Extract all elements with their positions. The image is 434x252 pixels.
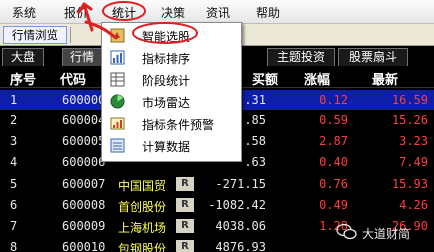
row-code: 600008 <box>62 198 106 212</box>
row-code: 600005 <box>62 134 106 148</box>
menu-help[interactable]: 帮助 <box>256 4 280 21</box>
indicator-sort-icon <box>110 50 125 65</box>
row-code: 600000 <box>62 93 106 107</box>
rzrq-badge: R <box>176 177 194 191</box>
row-amount: 4876.93 <box>215 240 266 252</box>
menu-system[interactable]: 系统 <box>12 4 36 21</box>
col-change[interactable]: 涨幅 <box>304 69 330 88</box>
row-last: 7.49 <box>399 155 428 169</box>
menu-news[interactable]: 资讯 <box>206 4 230 21</box>
condition-alert-icon <box>110 116 125 131</box>
rzrq-badge: R <box>176 219 194 233</box>
row-change: 0.59 <box>319 113 348 127</box>
menu-item-indicator-sort[interactable]: 指标排序 <box>104 47 239 68</box>
row-last: 4.26 <box>399 198 428 212</box>
row-amount: -271.15 <box>215 177 266 191</box>
wechat-icon <box>336 223 358 241</box>
row-change: 2.87 <box>319 134 348 148</box>
row-code: 600004 <box>62 113 106 127</box>
table-row[interactable]: 5 600007 中国国贸 R -271.15 0.76 15.93 <box>0 174 434 194</box>
row-code: 600009 <box>62 219 106 233</box>
smart-pick-icon <box>110 28 125 43</box>
menu-statistics[interactable]: 统计 <box>112 4 136 21</box>
rzrq-badge: R <box>176 198 194 212</box>
menu-item-label: 智能选股 <box>142 30 191 44</box>
row-index: 6 <box>10 198 18 212</box>
row-amount: .85 <box>244 113 266 127</box>
watermark-text: 大道财简 <box>362 227 411 241</box>
row-index: 3 <box>10 134 18 148</box>
row-index: 5 <box>10 177 18 191</box>
row-code: 600006 <box>62 155 106 169</box>
row-last: 15.26 <box>391 113 428 127</box>
tab-theme-investing[interactable]: 主题投资 <box>267 48 335 66</box>
menu-item-market-radar[interactable]: 市场雷达 <box>104 91 239 112</box>
menu-item-label: 市场雷达 <box>142 96 191 110</box>
row-index: 7 <box>10 219 18 233</box>
tab-quotes[interactable]: 行情 <box>62 48 102 66</box>
col-last[interactable]: 最新 <box>372 69 398 88</box>
menu-bar: 系统 报价 统计 决策 资讯 帮助 <box>0 0 434 24</box>
col-amount[interactable]: 买额 <box>252 69 278 88</box>
row-change: 0.12 <box>319 93 348 107</box>
menu-item-label: 阶段统计 <box>142 74 191 88</box>
app-window: 系统 报价 统计 决策 资讯 帮助 行情浏览 大盘 行情 主题投资 股票扇斗 序… <box>0 0 434 252</box>
toolbar-divider <box>70 27 71 43</box>
row-last: 15.93 <box>391 177 428 191</box>
row-name: 上海机场 <box>118 221 167 235</box>
row-name: 包钢股份 <box>118 242 167 252</box>
row-amount: 4038.06 <box>215 219 266 233</box>
table-row[interactable]: 6 600008 首创股份 R -1082.42 0.49 4.26 <box>0 195 434 215</box>
rzrq-badge: R <box>176 240 194 252</box>
row-code: 600010 <box>62 240 106 252</box>
row-index: 8 <box>10 240 18 252</box>
row-index: 1 <box>10 93 18 107</box>
row-change: 0.40 <box>319 155 348 169</box>
row-last: 3.23 <box>399 134 428 148</box>
quote-browse-button[interactable]: 行情浏览 <box>3 26 67 44</box>
row-name: 首创股份 <box>118 200 167 214</box>
menu-item-calc-data[interactable]: 计算数据 <box>104 135 239 156</box>
statistics-dropdown-menu: 智能选股 指标排序 阶段统计 市场雷达 指标条件预警 计算数据 <box>101 22 242 162</box>
row-amount: -1082.42 <box>208 198 266 212</box>
menu-item-stage-stats[interactable]: 阶段统计 <box>104 69 239 90</box>
tab-market-index[interactable]: 大盘 <box>2 48 44 66</box>
row-index: 2 <box>10 113 18 127</box>
menu-decision[interactable]: 决策 <box>161 4 185 21</box>
row-change: 0.49 <box>319 198 348 212</box>
row-change: 0.76 <box>319 177 348 191</box>
row-last: 16.59 <box>391 93 428 107</box>
menu-item-label: 指标排序 <box>142 52 191 66</box>
calc-data-icon <box>110 138 125 153</box>
tab-stock-fight[interactable]: 股票扇斗 <box>338 48 408 66</box>
stage-stats-icon <box>110 72 125 87</box>
row-name: 中国国贸 <box>118 179 167 193</box>
menu-item-condition-alert[interactable]: 指标条件预警 <box>104 113 239 134</box>
menu-item-label: 计算数据 <box>142 140 191 154</box>
menu-item-label: 指标条件预警 <box>142 118 215 132</box>
watermark: 大道财简 <box>336 222 434 244</box>
market-radar-icon <box>110 94 125 109</box>
menu-item-smart-pick[interactable]: 智能选股 <box>104 25 239 46</box>
row-amount: .31 <box>244 93 266 107</box>
row-amount: .63 <box>244 155 266 169</box>
row-code: 600007 <box>62 177 106 191</box>
col-code[interactable]: 代码 <box>60 69 86 88</box>
row-amount: .58 <box>244 134 266 148</box>
row-index: 4 <box>10 155 18 169</box>
menu-quote[interactable]: 报价 <box>64 4 88 21</box>
col-index[interactable]: 序号 <box>10 69 36 88</box>
